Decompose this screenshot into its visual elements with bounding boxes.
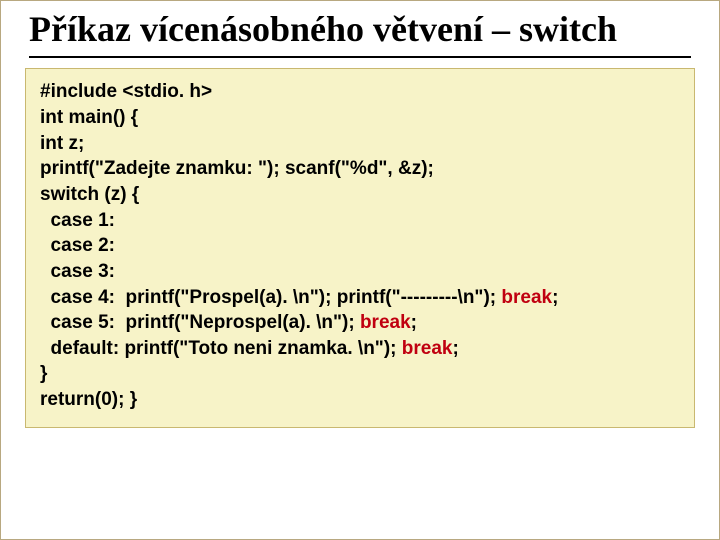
code-text: case 4: printf("Prospel(a). \n"); printf… [40,287,501,308]
code-block: #include <stdio. h> int main() { int z; … [25,68,695,427]
code-line: printf("Zadejte znamku: "); scanf("%d", … [40,156,680,182]
code-line: case 1: [40,208,680,234]
code-line: case 5: printf("Neprospel(a). \n"); brea… [40,310,680,336]
slide-title: Příkaz vícenásobného větvení – switch [29,9,691,58]
code-text: default: printf("Toto neni znamka. \n"); [40,338,402,359]
code-text: ; [411,312,417,333]
code-line: int z; [40,131,680,157]
keyword-break: break [360,312,411,333]
code-line: case 4: printf("Prospel(a). \n"); printf… [40,285,680,311]
code-line: switch (z) { [40,182,680,208]
keyword-break: break [501,287,552,308]
code-line: case 3: [40,259,680,285]
code-text: ; [452,338,458,359]
code-line: #include <stdio. h> [40,79,680,105]
code-line: return(0); } [40,387,680,413]
code-line: int main() { [40,105,680,131]
code-line: case 2: [40,233,680,259]
slide: Příkaz vícenásobného větvení – switch #i… [0,0,720,540]
code-text: ; [552,287,558,308]
keyword-break: break [402,338,453,359]
code-line: } [40,361,680,387]
title-wrap: Příkaz vícenásobného větvení – switch [1,1,719,58]
code-text: case 5: printf("Neprospel(a). \n"); [40,312,360,333]
code-line: default: printf("Toto neni znamka. \n");… [40,336,680,362]
